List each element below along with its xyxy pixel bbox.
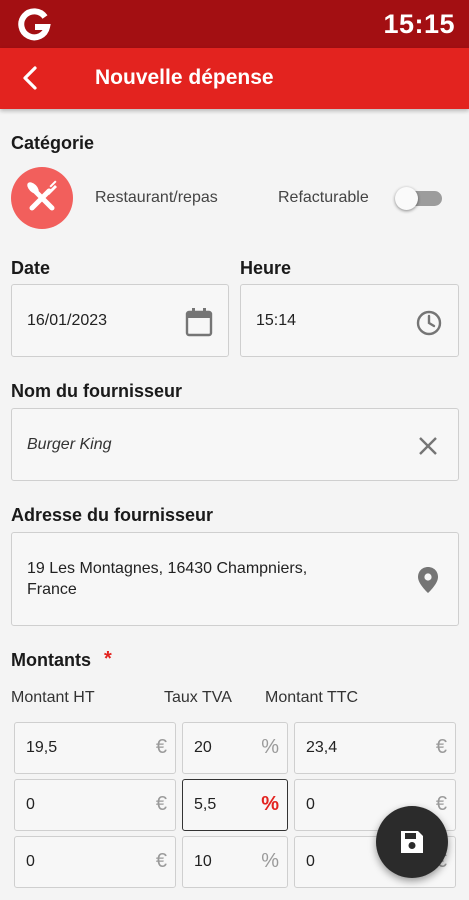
percent-icon: % bbox=[261, 736, 279, 758]
tva-rate-value: 5,5 bbox=[194, 796, 217, 813]
address-label: Adresse du fournisseur bbox=[11, 505, 214, 525]
arrow-back-icon[interactable] bbox=[14, 62, 46, 94]
supplier-label: Nom du fournisseur bbox=[11, 381, 183, 401]
tva-rate-input[interactable]: 10 % bbox=[182, 836, 288, 888]
col-tva-label: Taux TVA bbox=[164, 689, 232, 706]
tva-rate-input[interactable]: 20 % bbox=[182, 722, 288, 774]
required-mark: * bbox=[104, 648, 112, 670]
percent-icon: % bbox=[261, 793, 279, 815]
rebillable-toggle-knob[interactable] bbox=[395, 187, 418, 210]
app-bar: Nouvelle dépense bbox=[0, 48, 469, 109]
calendar-icon[interactable] bbox=[185, 307, 213, 337]
euro-icon: € bbox=[155, 736, 167, 758]
close-icon[interactable] bbox=[417, 435, 439, 457]
location-pin-icon[interactable] bbox=[417, 566, 439, 594]
tva-rate-value: 20 bbox=[194, 739, 212, 756]
time-value: 15:14 bbox=[256, 312, 297, 329]
time-label: Heure bbox=[240, 258, 292, 278]
address-line-1: 19 Les Montagnes, 16430 Champniers, bbox=[27, 560, 308, 577]
percent-icon: % bbox=[261, 850, 279, 872]
amounts-heading: Montants bbox=[11, 650, 91, 670]
amount-ht-value: 0 bbox=[26, 796, 35, 813]
date-value: 16/01/2023 bbox=[27, 312, 108, 329]
page-title: Nouvelle dépense bbox=[95, 66, 274, 89]
tva-rate-input-active[interactable]: 5,5 % bbox=[182, 779, 288, 831]
amount-ht-value: 19,5 bbox=[26, 739, 58, 756]
fork-knife-icon bbox=[27, 180, 57, 211]
supplier-input[interactable]: Burger King bbox=[11, 408, 459, 481]
date-field[interactable]: 16/01/2023 bbox=[11, 284, 229, 357]
g-logo-icon bbox=[18, 8, 51, 41]
time-field[interactable]: 15:14 bbox=[240, 284, 459, 357]
col-ht-label: Montant HT bbox=[11, 689, 95, 706]
category-button[interactable] bbox=[11, 167, 73, 229]
amount-ht-input[interactable]: 0 € bbox=[14, 836, 176, 888]
euro-icon: € bbox=[435, 793, 447, 815]
amount-ttc-input[interactable]: 23,4 € bbox=[294, 722, 456, 774]
save-button[interactable] bbox=[376, 806, 448, 878]
amount-ht-input[interactable]: 19,5 € bbox=[14, 722, 176, 774]
tva-rate-value: 10 bbox=[194, 853, 212, 870]
address-line-2: France bbox=[27, 581, 77, 598]
address-field[interactable]: 19 Les Montagnes, 16430 Champniers, Fran… bbox=[11, 532, 459, 626]
amount-ttc-value: 0 bbox=[306, 853, 315, 870]
amount-ht-value: 0 bbox=[26, 853, 35, 870]
status-time: 15:15 bbox=[383, 9, 455, 39]
status-bar: 15:15 bbox=[0, 0, 469, 48]
euro-icon: € bbox=[155, 850, 167, 872]
category-name: Restaurant/repas bbox=[95, 189, 218, 206]
save-icon bbox=[401, 831, 423, 853]
date-label: Date bbox=[11, 258, 51, 278]
euro-icon: € bbox=[155, 793, 167, 815]
supplier-value: Burger King bbox=[27, 436, 112, 453]
amount-ttc-value: 23,4 bbox=[306, 739, 338, 756]
category-heading: Catégorie bbox=[11, 133, 95, 153]
col-ttc-label: Montant TTC bbox=[265, 689, 359, 706]
euro-icon: € bbox=[435, 736, 447, 758]
amount-ttc-value: 0 bbox=[306, 796, 315, 813]
rebillable-label: Refacturable bbox=[278, 189, 369, 206]
amount-ht-input[interactable]: 0 € bbox=[14, 779, 176, 831]
clock-icon[interactable] bbox=[415, 309, 443, 337]
